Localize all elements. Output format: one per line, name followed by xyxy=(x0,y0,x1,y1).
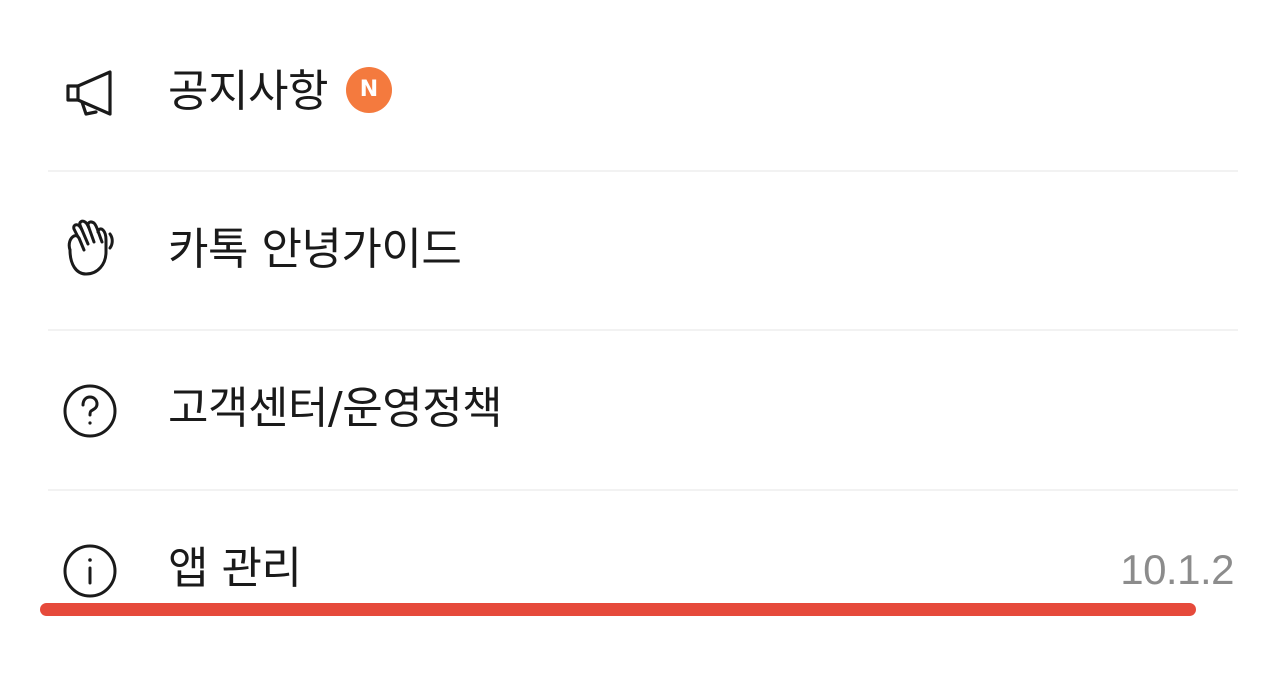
highlight-underline xyxy=(40,603,1196,616)
menu-item-support-label: 고객센터/운영정책 xyxy=(168,383,503,434)
menu-item-guide[interactable]: 카톡 안녕가이드 xyxy=(48,172,1238,332)
info-circle-icon xyxy=(60,541,120,601)
menu-item-app-management[interactable]: 앱 관리 10.1.2 xyxy=(48,491,1238,651)
menu-item-notice-label: 공지사항 xyxy=(168,66,328,117)
menu-item-app-management-label: 앱 관리 xyxy=(168,543,302,594)
app-version: 10.1.2 xyxy=(1120,546,1234,593)
menu-item-guide-label: 카톡 안녕가이드 xyxy=(168,224,462,275)
waving-hand-icon xyxy=(60,219,120,280)
menu-item-notice[interactable]: 공지사항 N xyxy=(48,12,1238,172)
megaphone-icon xyxy=(60,62,120,122)
menu-item-support[interactable]: 고객센터/운영정책 xyxy=(48,331,1238,491)
new-badge: N xyxy=(345,67,392,113)
question-circle-icon xyxy=(60,381,120,441)
